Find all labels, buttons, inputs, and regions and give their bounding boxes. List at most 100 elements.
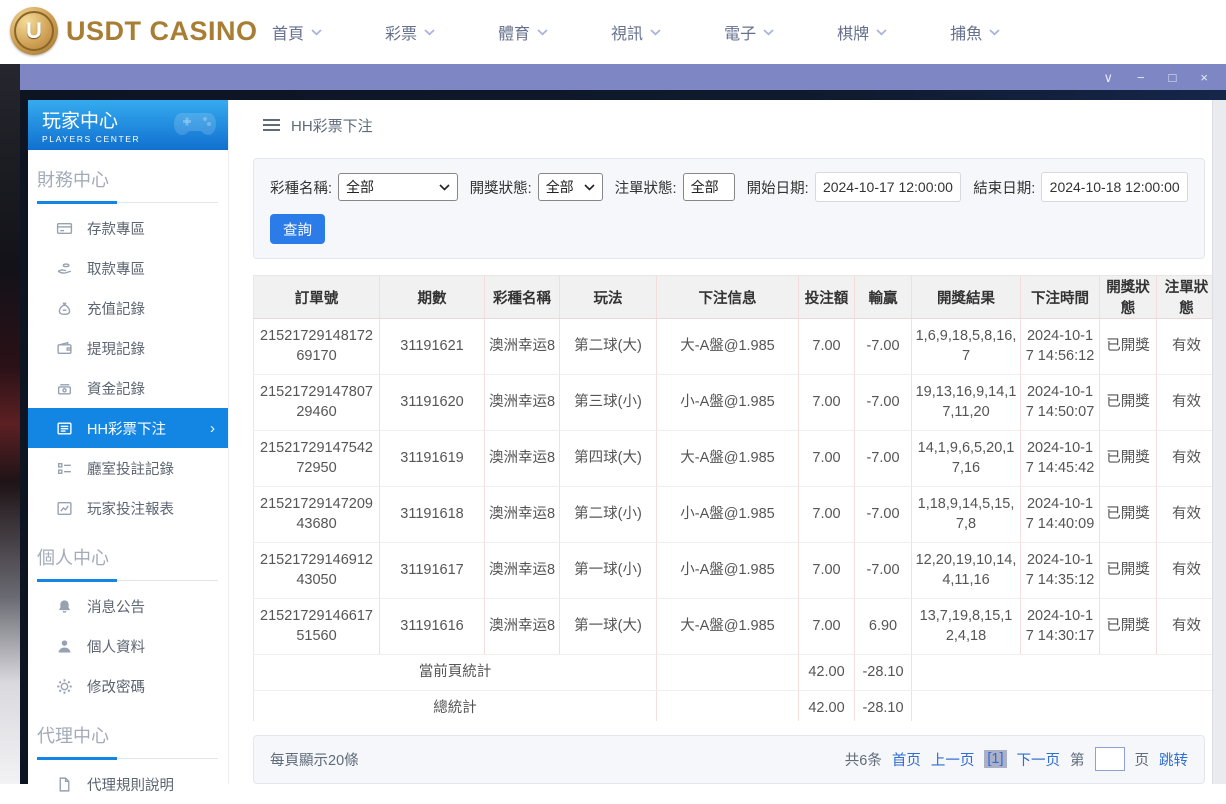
- sidebar-item-deposit-card[interactable]: 存款專區: [28, 208, 228, 248]
- column-header: 開獎結果: [912, 276, 1021, 319]
- table-cell: 有效: [1157, 487, 1213, 543]
- grand-summary-winloss: -28.10: [855, 691, 912, 721]
- sidebar: 玩家中心 PLAYERS CENTER 財務中心存款專區取款專區充值記錄提現記錄…: [28, 100, 228, 784]
- sidebar-item-wallet[interactable]: 提現記錄: [28, 328, 228, 368]
- start-date-input[interactable]: 2024-10-17 12:00:00: [815, 172, 962, 202]
- table-cell: 第一球(大): [560, 599, 657, 655]
- jump-button[interactable]: 跳转: [1159, 749, 1188, 770]
- window-minimize-icon[interactable]: −: [1137, 71, 1145, 84]
- sidebar-item-bell[interactable]: 消息公告: [28, 586, 228, 626]
- withdraw-hand-icon: [56, 260, 73, 277]
- column-header: 玩法: [560, 276, 657, 319]
- nav-item-6[interactable]: 棋牌: [837, 20, 887, 44]
- funds-icon: [56, 380, 73, 397]
- lottery-name-select[interactable]: 全部: [338, 173, 458, 201]
- chevron-down-icon: [311, 29, 322, 36]
- page-title: HH彩票下注: [291, 115, 373, 136]
- column-header: 投注額: [799, 276, 855, 319]
- table-cell: 2152172914661751560: [254, 599, 380, 655]
- table-cell: 7.00: [799, 319, 855, 375]
- table-cell: 已開獎: [1100, 431, 1157, 487]
- sidebar-item-withdraw-hand[interactable]: 取款專區: [28, 248, 228, 288]
- grand-summary-row: 總統計 42.00 -28.10: [254, 691, 1213, 721]
- scrollbar-track[interactable]: [1212, 100, 1226, 784]
- sidebar-item-hall-record[interactable]: 廳室投註記錄: [28, 448, 228, 488]
- site-logo[interactable]: U USDT CASINO: [10, 7, 258, 55]
- lottery-ticket-icon: [56, 420, 73, 437]
- sidebar-item-document[interactable]: 代理規則說明: [28, 764, 228, 804]
- table-cell: 2024-10-17 14:30:17: [1021, 599, 1100, 655]
- moneybag-icon: [56, 300, 73, 317]
- prev-page-link[interactable]: 上一页: [931, 749, 975, 770]
- table-row: 215217291466175156031191616澳洲幸运8第一球(大)大-…: [254, 599, 1213, 655]
- sidebar-item-person[interactable]: 個人資料: [28, 626, 228, 666]
- table-cell: 31191618: [380, 487, 485, 543]
- table-cell: 澳洲幸运8: [485, 375, 560, 431]
- table-cell: 第四球(大): [560, 431, 657, 487]
- section-divider: [37, 580, 218, 581]
- table-cell: 31191616: [380, 599, 485, 655]
- page-summary-bet: 42.00: [799, 655, 855, 691]
- column-header: 訂單號: [254, 276, 380, 319]
- draw-status-select[interactable]: 全部: [538, 173, 603, 201]
- nav-item-4[interactable]: 視訊: [611, 20, 661, 44]
- table-cell: 7.00: [799, 543, 855, 599]
- table-cell: -7.00: [855, 431, 912, 487]
- table-cell: 已開獎: [1100, 487, 1157, 543]
- table-cell: 有效: [1157, 543, 1213, 599]
- site-nav: 首頁 彩票 體育 視訊 電子 棋牌 捕魚: [272, 0, 1000, 64]
- window-body: 玩家中心 PLAYERS CENTER 財務中心存款專區取款專區充值記錄提現記錄…: [20, 90, 1226, 784]
- table-cell: 第二球(小): [560, 487, 657, 543]
- gear-icon: [56, 678, 73, 695]
- table-cell: 第二球(大): [560, 319, 657, 375]
- table-cell: 有效: [1157, 431, 1213, 487]
- window-collapse-icon[interactable]: ∨: [1103, 71, 1113, 84]
- order-status-select[interactable]: 全部: [683, 173, 735, 201]
- table-cell: 第一球(小): [560, 543, 657, 599]
- nav-item-2[interactable]: 彩票: [385, 20, 435, 44]
- end-date-input[interactable]: 2024-10-18 12:00:00: [1041, 172, 1188, 202]
- first-page-link[interactable]: 首页: [892, 749, 921, 770]
- table-cell: 2024-10-17 14:56:12: [1021, 319, 1100, 375]
- sidebar-item-funds[interactable]: 資金記錄: [28, 368, 228, 408]
- chevron-down-icon: [650, 29, 661, 36]
- sidebar-item-report-chart[interactable]: 玩家投注報表: [28, 488, 228, 528]
- site-header: U USDT CASINO 首頁 彩票 體育 視訊 電子 棋牌 捕魚: [0, 0, 1226, 64]
- jump-page-input[interactable]: [1095, 747, 1125, 771]
- nav-item-7[interactable]: 捕魚: [950, 20, 1000, 44]
- table-cell: 已開獎: [1100, 543, 1157, 599]
- hamburger-icon[interactable]: [263, 119, 280, 131]
- sidebar-item-lottery-ticket[interactable]: HH彩票下注›: [28, 408, 228, 448]
- lottery-name-label: 彩種名稱:: [270, 177, 332, 198]
- page-summary-row: 當前頁統計 42.00 -28.10: [254, 655, 1213, 691]
- sidebar-item-moneybag[interactable]: 充值記錄: [28, 288, 228, 328]
- nav-item-3[interactable]: 體育: [498, 20, 548, 44]
- table-cell: 2152172914720943680: [254, 487, 380, 543]
- window-close-icon[interactable]: ×: [1200, 71, 1208, 84]
- next-page-link[interactable]: 下一页: [1017, 749, 1061, 770]
- sidebar-header: 玩家中心 PLAYERS CENTER: [28, 100, 228, 150]
- table-cell: 澳洲幸运8: [485, 319, 560, 375]
- table-cell: 31191619: [380, 431, 485, 487]
- bets-table-wrap: 訂單號期數彩種名稱玩法下注信息投注額輸贏開獎結果下注時間開獎狀態注單狀態 215…: [253, 275, 1212, 721]
- window-maximize-icon[interactable]: □: [1169, 71, 1177, 84]
- table-cell: -7.00: [855, 319, 912, 375]
- coin-letter: U: [10, 7, 58, 55]
- table-cell: 澳洲幸运8: [485, 487, 560, 543]
- table-cell: 7.00: [799, 431, 855, 487]
- sidebar-item-gear[interactable]: 修改密碼: [28, 666, 228, 706]
- table-cell: 有效: [1157, 375, 1213, 431]
- table-cell: 2024-10-17 14:45:42: [1021, 431, 1100, 487]
- table-cell: 澳洲幸运8: [485, 599, 560, 655]
- search-button[interactable]: 查詢: [270, 214, 325, 244]
- table-row: 215217291475427295031191619澳洲幸运8第四球(大)大-…: [254, 431, 1213, 487]
- nav-item-5[interactable]: 電子: [724, 20, 774, 44]
- table-cell: 大-A盤@1.985: [657, 431, 799, 487]
- table-cell: 2024-10-17 14:35:12: [1021, 543, 1100, 599]
- jump-suffix-label: 页: [1135, 749, 1150, 770]
- player-center-window: ∨ − □ × 玩家中心 PLAYERS CENTER 財務中心存款專區取款專區…: [20, 64, 1226, 784]
- logo-text: USDT CASINO: [66, 16, 258, 47]
- jump-prefix-label: 第: [1070, 749, 1085, 770]
- draw-status-label: 開獎狀態:: [470, 177, 532, 198]
- nav-item-1[interactable]: 首頁: [272, 20, 322, 44]
